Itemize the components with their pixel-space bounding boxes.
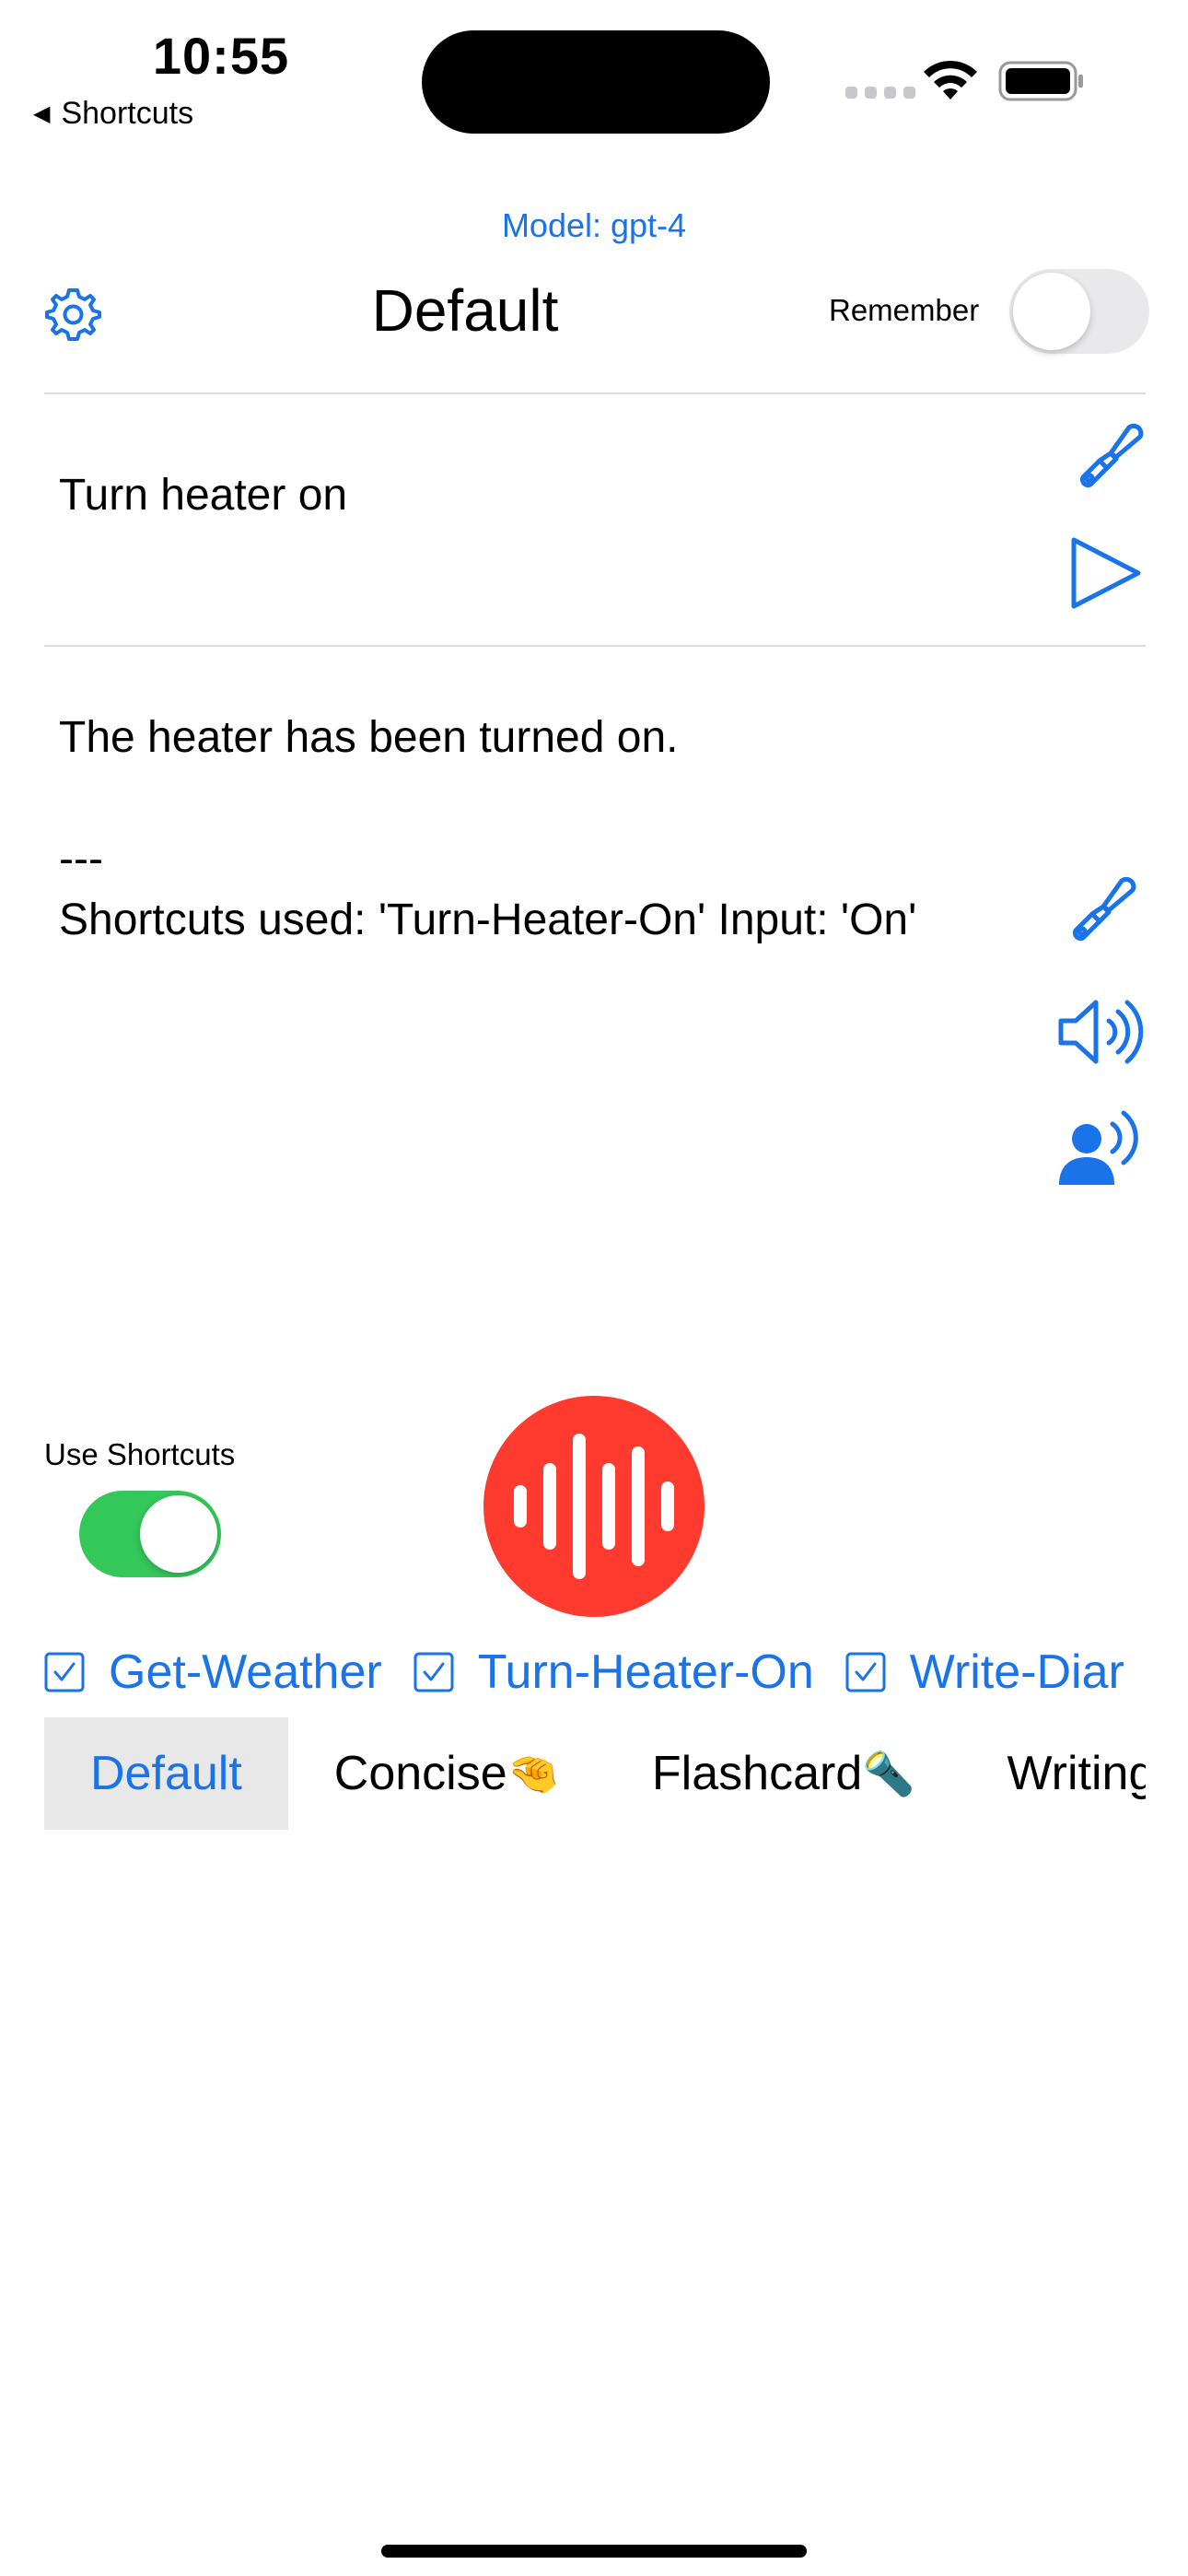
- shortcut-checkbox-write-diary[interactable]: Write-Diar: [845, 1635, 1124, 1709]
- status-time: 10:55: [152, 27, 290, 85]
- mode-label: Flashcard: [651, 1747, 863, 1800]
- checkbox-checked-icon: [845, 1652, 886, 1692]
- mode-writing[interactable]: Writing: [961, 1717, 1146, 1830]
- mode-selector[interactable]: Default Concise 🤏 Flashcard 🔦 Writing: [44, 1717, 1146, 1830]
- flashlight-icon: 🔦: [862, 1749, 915, 1797]
- remember-label: Remember: [829, 293, 980, 327]
- mode-label: Concise: [333, 1747, 507, 1800]
- record-button[interactable]: [483, 1396, 705, 1617]
- wifi-icon: [924, 60, 977, 100]
- home-indicator[interactable]: [381, 2545, 807, 2558]
- paintbrush-icon[interactable]: [1063, 870, 1140, 947]
- mode-flashcard[interactable]: Flashcard 🔦: [606, 1717, 961, 1830]
- speaker-wave-icon[interactable]: [1055, 993, 1144, 1071]
- mode-default[interactable]: Default: [44, 1717, 288, 1830]
- paintbrush-icon[interactable]: [1070, 416, 1147, 494]
- shortcuts-list[interactable]: Get-Weather Turn-Heater-On Write-Diar: [44, 1635, 1146, 1709]
- shortcut-checkbox-get-weather[interactable]: Get-Weather: [44, 1635, 382, 1709]
- cellular-signal-icon: [845, 87, 915, 99]
- use-shortcuts-toggle[interactable]: [79, 1491, 221, 1577]
- dynamic-island: [422, 30, 770, 134]
- shortcut-label: Get-Weather: [109, 1645, 382, 1699]
- mode-label: Default: [90, 1747, 242, 1800]
- response-text: The heater has been turned on. --- Short…: [59, 713, 917, 944]
- back-to-shortcuts-button[interactable]: ◀ Shortcuts: [33, 96, 193, 132]
- shortcut-label: Turn-Heater-On: [477, 1645, 814, 1699]
- mode-label: Writing: [1007, 1747, 1146, 1800]
- page-title: Default: [371, 277, 559, 344]
- model-label[interactable]: Model: gpt-4: [0, 206, 1188, 245]
- back-triangle-icon: ◀: [33, 101, 51, 126]
- checkbox-checked-icon: [413, 1652, 454, 1692]
- use-shortcuts-label: Use Shortcuts: [44, 1437, 236, 1471]
- back-label: Shortcuts: [61, 96, 194, 131]
- play-icon[interactable]: [1066, 534, 1144, 612]
- waveform-icon: [514, 1434, 674, 1579]
- pinching-hand-icon: 🤏: [507, 1749, 560, 1797]
- person-wave-icon[interactable]: [1055, 1106, 1144, 1188]
- mode-concise[interactable]: Concise 🤏: [288, 1717, 606, 1830]
- checkbox-checked-icon: [44, 1652, 85, 1692]
- prompt-divider: [44, 645, 1146, 647]
- remember-toggle[interactable]: [1009, 269, 1149, 354]
- shortcut-label: Write-Diar: [909, 1645, 1124, 1699]
- shortcut-checkbox-turn-heater-on[interactable]: Turn-Heater-On: [413, 1635, 814, 1709]
- gear-icon[interactable]: [44, 286, 101, 343]
- battery-icon: [998, 61, 1083, 101]
- header-divider: [44, 392, 1146, 394]
- prompt-text[interactable]: Turn heater on: [59, 470, 347, 521]
